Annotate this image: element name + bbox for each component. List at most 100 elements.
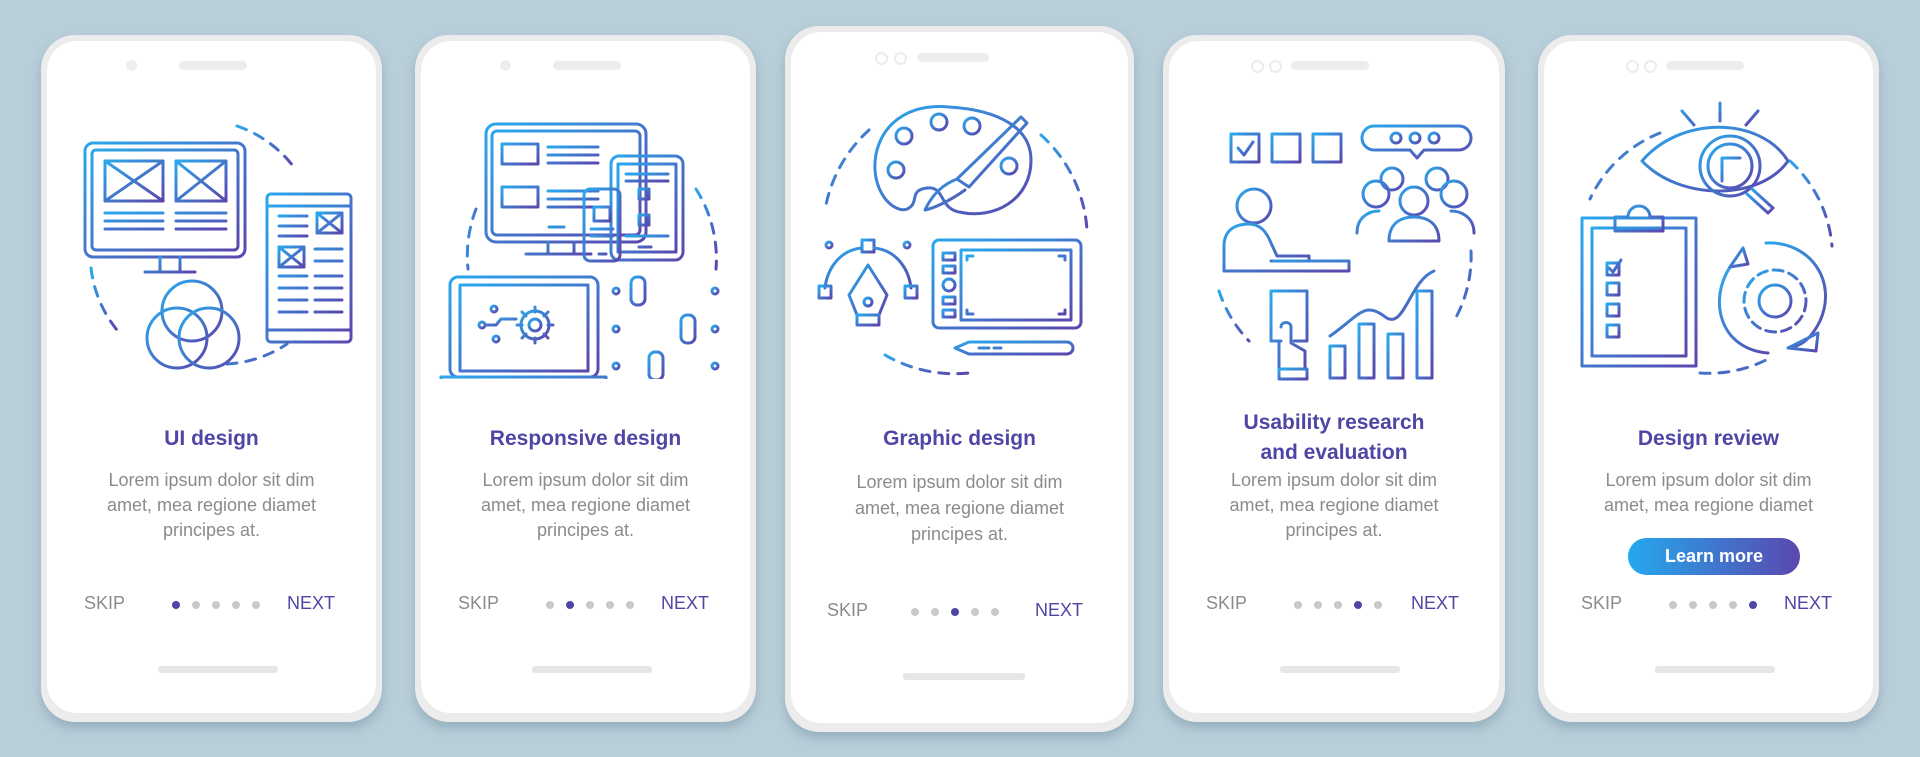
screen-description: Lorem ipsum dolor sit dim amet, mea regi…: [854, 472, 1065, 544]
screen-description: Lorem ipsum dolor sit dim amet, mea regi…: [1229, 470, 1439, 540]
next-button[interactable]: NEXT: [1784, 593, 1832, 614]
sliders-icon: [611, 275, 720, 379]
page-dot[interactable]: [232, 601, 240, 609]
front-camera: [500, 60, 511, 71]
front-sensor: [894, 52, 907, 65]
usability-research-illustration: [1217, 124, 1476, 381]
page-dot[interactable]: [931, 608, 939, 616]
screen-title: Design review: [1637, 427, 1780, 450]
front-camera: [1626, 60, 1639, 73]
screen-title: Graphic design: [883, 427, 1036, 450]
design-review-illustration: [1580, 101, 1834, 375]
screen-title: Responsive design: [489, 427, 682, 450]
page-dot[interactable]: [606, 601, 614, 609]
phone-screen: Graphic design Lorem ipsum dolor sit dim…: [791, 32, 1128, 723]
checkbox-list-icon: [1229, 132, 1343, 164]
page-dot[interactable]: [1709, 601, 1717, 609]
next-button[interactable]: NEXT: [661, 593, 709, 614]
screen-title-line2: and evaluation: [1260, 441, 1408, 464]
page-dot[interactable]: [1334, 601, 1342, 609]
home-indicator: [532, 666, 652, 673]
page-indicator: [546, 593, 634, 617]
page-dot-active[interactable]: [172, 601, 180, 609]
responsive-design-illustration: [439, 122, 720, 379]
page-dot[interactable]: [1294, 601, 1302, 609]
page-indicator: [1294, 593, 1382, 617]
onboarding-nav: SKIP NEXT: [791, 600, 1128, 624]
page-dot[interactable]: [1689, 601, 1697, 609]
onboarding-nav: SKIP NEXT: [1544, 593, 1873, 617]
front-sensor: [1269, 60, 1282, 73]
screen-title-line1: Usability research: [1243, 411, 1425, 434]
speaker-grille: [917, 53, 989, 62]
onboarding-screen-design-review: Design review Lorem ipsum dolor sit dim …: [1538, 35, 1879, 722]
next-button[interactable]: NEXT: [287, 593, 335, 614]
screen-description: Lorem ipsum dolor sit dim amet, mea regi…: [480, 470, 691, 540]
user-at-laptop-icon: [1222, 187, 1351, 273]
onboarding-screen-graphic-design: Graphic design Lorem ipsum dolor sit dim…: [785, 26, 1134, 732]
learn-more-button[interactable]: Learn more: [1628, 538, 1800, 575]
page-dot[interactable]: [1669, 601, 1677, 609]
home-indicator: [1655, 666, 1775, 673]
onboarding-screen-ui-design: UI design Lorem ipsum dolor sit dim amet…: [41, 35, 382, 722]
phone-screen: Responsive design Lorem ipsum dolor sit …: [421, 41, 750, 713]
onboarding-nav: SKIP NEXT: [47, 593, 376, 617]
speaker-grille: [179, 61, 247, 70]
ui-design-illustration: [83, 124, 353, 370]
screen-description: Lorem ipsum dolor sit dim amet, mea regi…: [1603, 470, 1814, 515]
onboarding-nav: SKIP NEXT: [1169, 593, 1499, 617]
screen-description: Lorem ipsum dolor sit dim amet, mea regi…: [106, 470, 317, 540]
phone-screen: Design review Lorem ipsum dolor sit dim …: [1544, 41, 1873, 713]
pen-tool-icon: [817, 238, 919, 327]
user-group-icon: [1355, 166, 1476, 243]
skip-button[interactable]: SKIP: [1581, 593, 1622, 614]
next-button[interactable]: NEXT: [1411, 593, 1459, 614]
stylus-icon: [953, 340, 1075, 356]
skip-button[interactable]: SKIP: [827, 600, 868, 621]
home-indicator: [158, 666, 278, 673]
laptop-icon: [448, 275, 600, 379]
page-dot[interactable]: [212, 601, 220, 609]
clipboard-icon: [1580, 204, 1698, 368]
home-indicator: [1280, 666, 1400, 673]
front-sensor: [1644, 60, 1657, 73]
page-dot[interactable]: [252, 601, 260, 609]
page-dot[interactable]: [546, 601, 554, 609]
bar-chart-icon: [1328, 269, 1436, 380]
screen-title: Usability research and evaluation: [1169, 408, 1499, 468]
page-indicator: [911, 600, 999, 624]
graphic-design-illustration: [817, 105, 1089, 376]
desktop-icon: [484, 122, 648, 244]
page-dot[interactable]: [586, 601, 594, 609]
phone-screen: Usability research and evaluation Lorem …: [1169, 41, 1499, 713]
speaker-grille: [553, 61, 621, 70]
screen-title: UI design: [164, 427, 259, 450]
page-dot[interactable]: [1729, 601, 1737, 609]
front-camera: [126, 60, 137, 71]
page-dot-active[interactable]: [1354, 601, 1362, 609]
page-dot[interactable]: [1314, 601, 1322, 609]
front-camera: [1251, 60, 1264, 73]
speaker-grille: [1291, 61, 1369, 70]
page-dot-active[interactable]: [951, 608, 959, 616]
page-dot[interactable]: [192, 601, 200, 609]
page-dot[interactable]: [971, 608, 979, 616]
next-button[interactable]: NEXT: [1035, 600, 1083, 621]
onboarding-nav: SKIP NEXT: [421, 593, 750, 617]
page-dot-active[interactable]: [1749, 601, 1757, 609]
skip-button[interactable]: SKIP: [1206, 593, 1247, 614]
page-dot[interactable]: [626, 601, 634, 609]
page-indicator: [172, 593, 260, 617]
speaker-grille: [1666, 61, 1744, 70]
page-dot-active[interactable]: [566, 601, 574, 609]
onboarding-screen-responsive-design: Responsive design Lorem ipsum dolor sit …: [415, 35, 756, 722]
page-dot[interactable]: [911, 608, 919, 616]
thumbs-up-card-icon: [1269, 289, 1309, 371]
phone-screen: UI design Lorem ipsum dolor sit dim amet…: [47, 41, 376, 713]
gear-refresh-icon: [1717, 241, 1827, 355]
page-dot[interactable]: [1374, 601, 1382, 609]
skip-button[interactable]: SKIP: [84, 593, 125, 614]
skip-button[interactable]: SKIP: [458, 593, 499, 614]
onboarding-screen-usability-research: Usability research and evaluation Lorem …: [1163, 35, 1505, 722]
page-dot[interactable]: [991, 608, 999, 616]
